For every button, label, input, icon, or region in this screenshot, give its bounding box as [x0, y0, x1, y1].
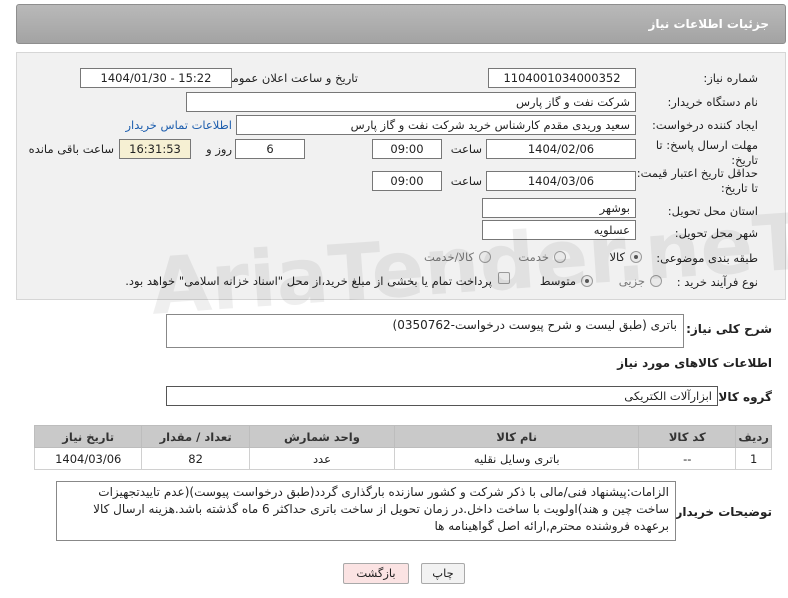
- remaining-label: ساعت باقی مانده: [28, 142, 114, 156]
- reply-time-field[interactable]: 09:00: [372, 139, 442, 159]
- creator-field[interactable]: سعید وریدی مقدم کارشناس خرید شرکت نفت و …: [236, 115, 636, 135]
- goods-table-header: ردیف کد کالا نام کالا واحد شمارش تعداد /…: [33, 425, 772, 448]
- page-title: جزئیات اطلاعات نیاز: [648, 17, 769, 31]
- process-option-minor: جزیی: [618, 274, 645, 288]
- goods-table: ردیف کد کالا نام کالا واحد شمارش تعداد /…: [33, 425, 772, 470]
- validity-time-field[interactable]: 09:00: [372, 171, 442, 191]
- days-field[interactable]: 6: [235, 139, 305, 159]
- process-label: نوع فرآیند خرید :: [676, 275, 758, 289]
- buyer-notes-text: الزامات:پیشنهاد فنی/مالی با ذکر شرکت و ک…: [93, 485, 669, 533]
- announce-label: تاریخ و ساعت اعلان عمومی:: [219, 71, 358, 85]
- category-option-goods: کالا: [609, 250, 625, 264]
- category-radio-both[interactable]: [479, 251, 491, 263]
- category-radio-service[interactable]: [554, 251, 566, 263]
- goods-group-field[interactable]: ابزارآلات الکتریکی: [166, 386, 718, 406]
- category-radio-goods[interactable]: [630, 251, 642, 263]
- cell-date: 1404/03/06: [33, 447, 143, 470]
- col-code: کد کالا: [638, 425, 737, 448]
- buyer-notes-label: توضیحات خریدار:: [670, 505, 772, 519]
- page-header: جزئیات اطلاعات نیاز: [16, 4, 786, 44]
- cell-qty: 82: [141, 447, 250, 470]
- col-date: تاریخ نیاز: [33, 425, 143, 448]
- announce-field[interactable]: 1404/01/30 - 15:22: [80, 68, 232, 88]
- treasury-payment-checkbox[interactable]: [498, 272, 510, 284]
- cell-name: باتری وسایل نقلیه: [394, 447, 640, 470]
- category-option-both: کالا/خدمت: [423, 250, 474, 264]
- validity-label: حداقل تاریخ اعتبار قیمت: تا تاریخ:: [636, 166, 758, 195]
- cell-unit: عدد: [248, 447, 396, 470]
- goods-section-title: اطلاعات کالاهای مورد نیاز: [617, 356, 772, 370]
- province-label: استان محل تحویل:: [667, 204, 758, 218]
- goods-group-label: گروه کالا:: [713, 390, 772, 404]
- reply-deadline-label: مهلت ارسال پاسخ: تا تاریخ:: [655, 138, 758, 167]
- city-label: شهر محل تحویل:: [674, 226, 758, 240]
- category-label: طبقه بندی موضوعی:: [656, 251, 758, 265]
- col-name: نام کالا: [394, 425, 640, 448]
- col-qty: تعداد / مقدار: [141, 425, 250, 448]
- buyer-notes-textarea[interactable]: الزامات:پیشنهاد فنی/مالی با ذکر شرکت و ک…: [56, 481, 676, 541]
- validity-date-field[interactable]: 1404/03/06: [486, 171, 636, 191]
- province-field[interactable]: بوشهر: [482, 198, 636, 218]
- buyer-org-field[interactable]: شرکت نفت و گاز پارس: [186, 92, 636, 112]
- table-row[interactable]: 1 -- باتری وسایل نقلیه عدد 82 1404/03/06: [33, 447, 772, 470]
- print-button[interactable]: چاپ: [421, 563, 465, 584]
- contact-info-link[interactable]: اطلاعات تماس خریدار: [125, 118, 232, 132]
- need-number-field[interactable]: 1104001034000352: [488, 68, 636, 88]
- cell-row: 1: [735, 447, 772, 470]
- treasury-payment-note: پرداخت تمام یا بخشی از مبلغ خرید،از محل …: [125, 274, 492, 288]
- description-textarea[interactable]: باتری (طبق لیست و شرح پیوست درخواست-0350…: [166, 314, 684, 348]
- buyer-org-label: نام دستگاه خریدار:: [667, 95, 758, 109]
- creator-label: ایجاد کننده درخواست:: [652, 118, 758, 132]
- process-option-medium: متوسط: [539, 274, 576, 288]
- description-label: شرح کلی نیاز:: [686, 322, 772, 336]
- validity-time-label: ساعت: [450, 174, 482, 188]
- city-field[interactable]: عسلویه: [482, 220, 636, 240]
- process-radio-medium[interactable]: [581, 275, 593, 287]
- process-radio-minor[interactable]: [650, 275, 662, 287]
- col-unit: واحد شمارش: [248, 425, 396, 448]
- remaining-time-field: 16:31:53: [119, 139, 191, 159]
- reply-time-label: ساعت: [450, 142, 482, 156]
- cell-code: --: [638, 447, 737, 470]
- description-text: باتری (طبق لیست و شرح پیوست درخواست-0350…: [392, 318, 677, 332]
- category-option-service: خدمت: [518, 250, 549, 264]
- days-label: روز و: [206, 142, 232, 156]
- need-number-label: شماره نیاز:: [703, 71, 758, 85]
- back-button[interactable]: بازگشت: [343, 563, 409, 584]
- reply-date-field[interactable]: 1404/02/06: [486, 139, 636, 159]
- col-row: ردیف: [735, 425, 772, 448]
